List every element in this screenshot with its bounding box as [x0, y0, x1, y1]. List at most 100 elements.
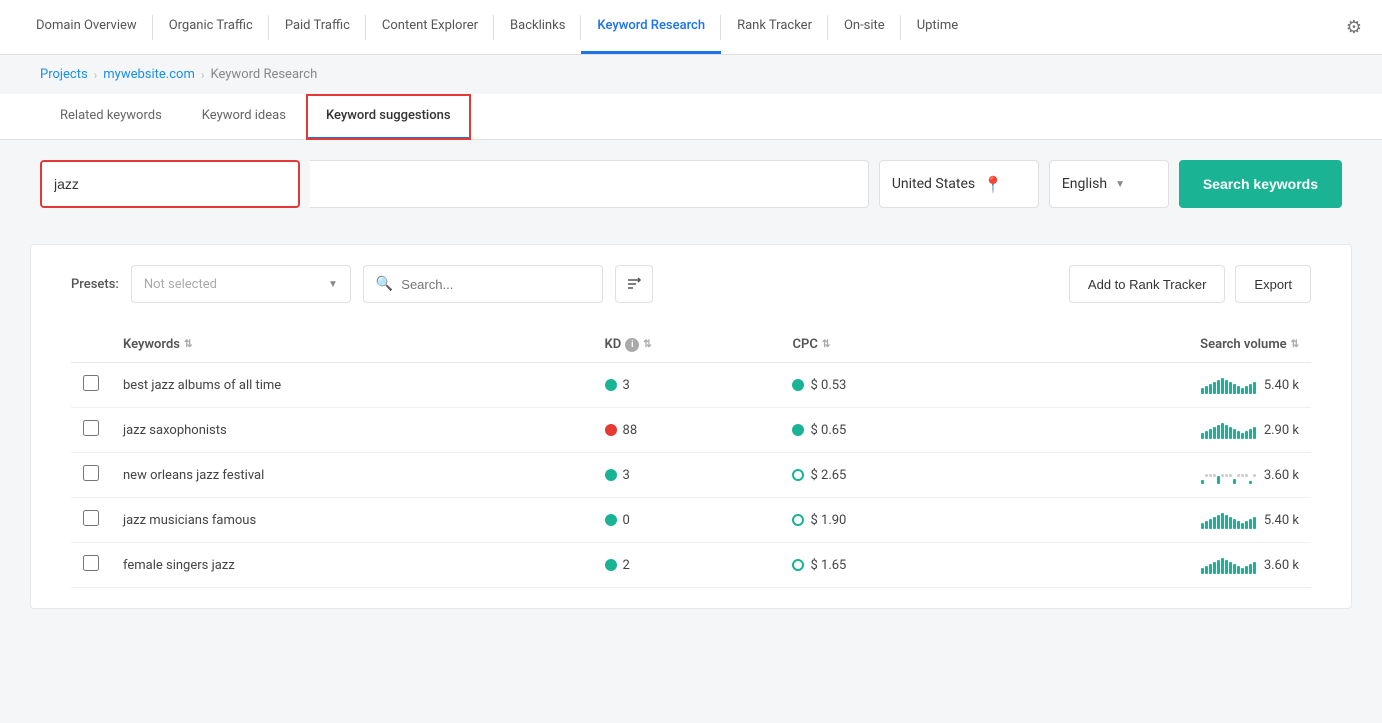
- kd-value: 0: [623, 513, 630, 528]
- tab-keyword-ideas[interactable]: Keyword ideas: [182, 94, 306, 140]
- volume-bar: [1209, 429, 1212, 439]
- volume-bar-empty: [1253, 474, 1256, 477]
- volume-bar: [1241, 568, 1244, 574]
- breadcrumb-sep1: ›: [94, 68, 98, 82]
- volume-bar-empty: [1225, 474, 1228, 477]
- th-search-volume[interactable]: Search volume ⇅: [986, 327, 1311, 363]
- location-selector[interactable]: United States 📍: [879, 160, 1039, 208]
- th-kd[interactable]: KD i ⇅: [593, 327, 781, 363]
- volume-cell: 5.40 k: [986, 498, 1311, 543]
- volume-bar-empty: [1209, 474, 1212, 477]
- location-text: United States: [892, 176, 975, 192]
- export-button[interactable]: Export: [1235, 265, 1311, 303]
- volume-bar: [1225, 560, 1228, 574]
- nav-backlinks[interactable]: Backlinks: [494, 0, 581, 54]
- volume-bar: [1229, 562, 1232, 574]
- table-row: new orleans jazz festival3$ 2.653.60 k: [71, 453, 1311, 498]
- nav-on-site[interactable]: On-site: [828, 0, 901, 54]
- volume-bar: [1233, 479, 1236, 484]
- chevron-down-icon: ▼: [1115, 179, 1125, 190]
- breadcrumb-sep2: ›: [201, 68, 205, 82]
- row-checkbox[interactable]: [83, 420, 99, 436]
- volume-bar-empty: [1237, 474, 1240, 477]
- volume-bar: [1241, 433, 1244, 439]
- volume-bar: [1253, 427, 1256, 439]
- volume-bar: [1225, 515, 1228, 529]
- volume-bar: [1241, 388, 1244, 394]
- language-selector[interactable]: English ▼: [1049, 160, 1169, 208]
- volume-bar: [1209, 384, 1212, 394]
- breadcrumb-site[interactable]: mywebsite.com: [103, 67, 195, 82]
- th-keywords[interactable]: Keywords ⇅: [111, 327, 593, 363]
- kd-info-icon[interactable]: i: [625, 338, 639, 352]
- breadcrumb-projects[interactable]: Projects: [40, 67, 88, 82]
- sort-button[interactable]: [615, 265, 653, 303]
- keyword-cell: jazz saxophonists: [111, 408, 593, 453]
- volume-bar: [1225, 425, 1228, 439]
- volume-bar: [1221, 423, 1224, 439]
- volume-bar: [1221, 513, 1224, 529]
- kd-dot-icon: [605, 559, 617, 571]
- cpc-cell: $ 2.65: [780, 453, 986, 498]
- volume-bar: [1205, 521, 1208, 529]
- cpc-value: $ 1.90: [810, 513, 846, 528]
- nav-keyword-research[interactable]: Keyword Research: [581, 0, 721, 54]
- table-row: best jazz albums of all time3$ 0.535.40 …: [71, 363, 1311, 408]
- volume-value: 3.60 k: [1264, 468, 1299, 483]
- keywords-table: Keywords ⇅ KD i ⇅ CPC ⇅: [71, 327, 1311, 588]
- volume-cell: 2.90 k: [986, 408, 1311, 453]
- volume-bar: [1217, 560, 1220, 574]
- cpc-value: $ 0.53: [810, 378, 846, 393]
- presets-value: Not selected: [144, 277, 320, 292]
- row-checkbox[interactable]: [83, 555, 99, 571]
- kd-sort-icon: ⇅: [643, 339, 651, 350]
- volume-bar: [1249, 519, 1252, 529]
- nav-rank-tracker[interactable]: Rank Tracker: [721, 0, 828, 54]
- volume-value: 3.60 k: [1264, 558, 1299, 573]
- volume-bar: [1217, 425, 1220, 439]
- tab-keyword-suggestions[interactable]: Keyword suggestions: [306, 94, 471, 140]
- search-keywords-button[interactable]: Search keywords: [1179, 160, 1342, 208]
- volume-bar: [1229, 427, 1232, 439]
- th-cpc[interactable]: CPC ⇅: [780, 327, 986, 363]
- nav-content-explorer[interactable]: Content Explorer: [366, 0, 494, 54]
- keyword-input-wrapper: [40, 160, 300, 208]
- keyword-search-filter: 🔍: [363, 265, 603, 303]
- toolbar: Presets: Not selected ▼ 🔍 Add to Rank Tr…: [71, 265, 1311, 303]
- volume-sort-icon: ⇅: [1291, 339, 1299, 350]
- volume-bar-empty: [1205, 474, 1208, 477]
- volume-bar: [1221, 558, 1224, 574]
- volume-bar: [1229, 517, 1232, 529]
- volume-bar: [1201, 480, 1204, 484]
- table-row: jazz saxophonists88$ 0.652.90 k: [71, 408, 1311, 453]
- presets-dropdown[interactable]: Not selected ▼: [131, 265, 351, 303]
- volume-bar: [1201, 523, 1204, 529]
- row-checkbox[interactable]: [83, 375, 99, 391]
- nav-domain-overview[interactable]: Domain Overview: [20, 0, 153, 54]
- cpc-value: $ 1.65: [810, 558, 846, 573]
- volume-bar: [1249, 429, 1252, 439]
- toolbar-right: Add to Rank Tracker Export: [1069, 265, 1311, 303]
- nav-paid-traffic[interactable]: Paid Traffic: [269, 0, 366, 54]
- cpc-dot-icon: [792, 379, 804, 391]
- table-row: female singers jazz2$ 1.653.60 k: [71, 543, 1311, 588]
- nav-organic-traffic[interactable]: Organic Traffic: [153, 0, 269, 54]
- volume-bars: [1201, 511, 1256, 529]
- cpc-cell: $ 1.65: [780, 543, 986, 588]
- volume-bar: [1209, 564, 1212, 574]
- keyword-search-input[interactable]: [401, 277, 590, 292]
- keywords-sort-icon: ⇅: [184, 339, 192, 350]
- gear-icon[interactable]: ⚙: [1346, 17, 1362, 38]
- row-checkbox[interactable]: [83, 465, 99, 481]
- volume-bar: [1221, 378, 1224, 394]
- nav-uptime[interactable]: Uptime: [901, 0, 974, 54]
- cpc-sort-icon: ⇅: [822, 339, 830, 350]
- volume-bar: [1245, 566, 1248, 574]
- row-checkbox[interactable]: [83, 510, 99, 526]
- keyword-input[interactable]: [54, 176, 286, 192]
- add-to-rank-tracker-button[interactable]: Add to Rank Tracker: [1069, 265, 1226, 303]
- th-checkbox: [71, 327, 111, 363]
- volume-bar: [1233, 384, 1236, 394]
- breadcrumb: Projects › mywebsite.com › Keyword Resea…: [0, 55, 1382, 94]
- tab-related-keywords[interactable]: Related keywords: [40, 94, 182, 140]
